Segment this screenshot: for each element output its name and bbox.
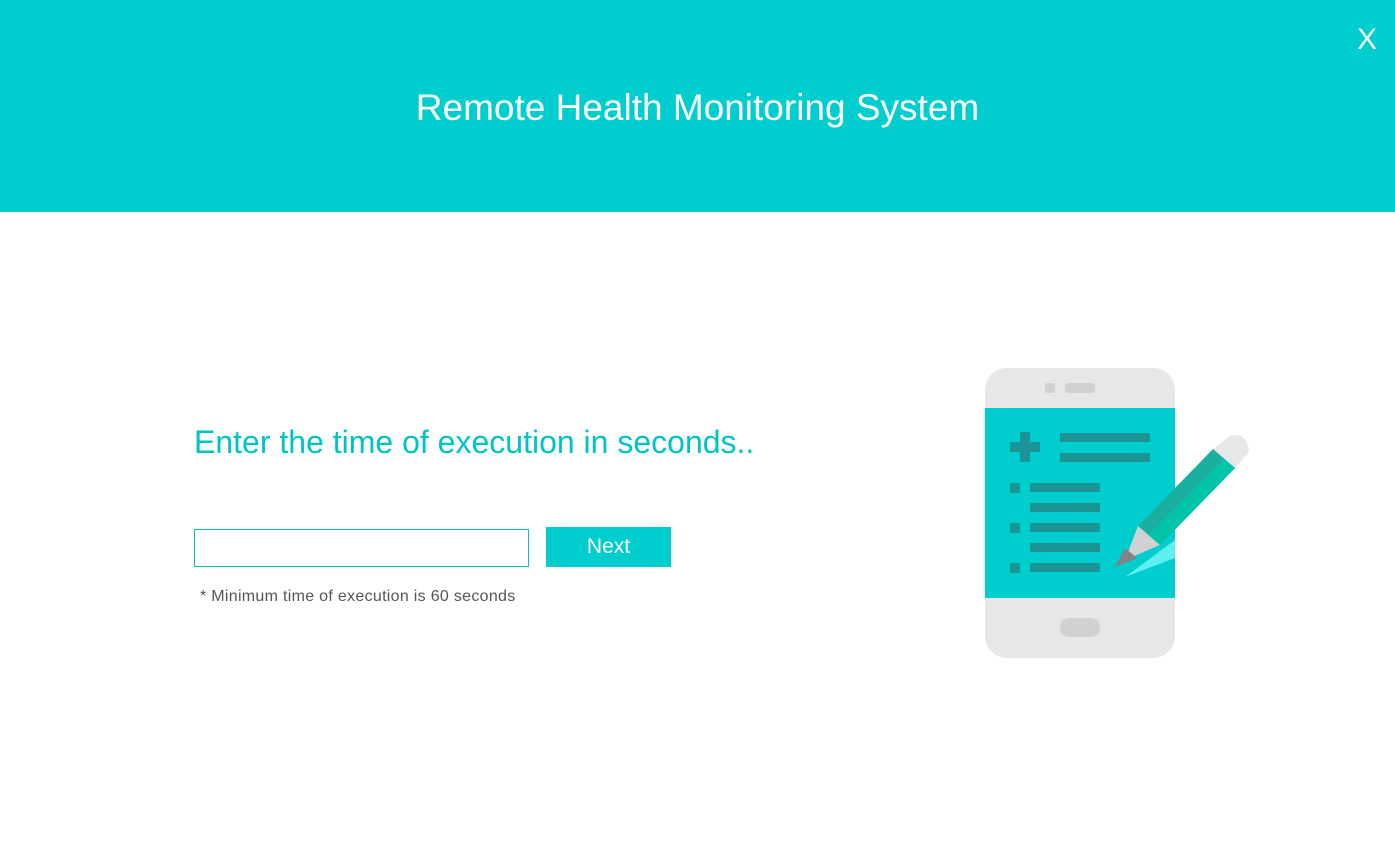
record-line — [1030, 543, 1100, 552]
execution-time-input[interactable] — [194, 529, 529, 567]
next-button[interactable]: Next — [546, 527, 671, 567]
record-header-line — [1060, 453, 1150, 462]
phone-home-button-shape — [1060, 618, 1100, 637]
record-line — [1030, 563, 1100, 572]
phone-speaker-shape — [1065, 383, 1095, 393]
app-header: Remote Health Monitoring System X — [0, 0, 1395, 212]
record-bullet — [1010, 563, 1020, 573]
record-line — [1030, 503, 1100, 512]
close-button[interactable]: X — [1350, 22, 1384, 58]
phone-camera-shape — [1045, 383, 1055, 393]
record-header-line — [1060, 433, 1150, 442]
record-line — [1030, 523, 1100, 532]
execution-time-prompt: Enter the time of execution in seconds.. — [194, 424, 755, 460]
record-bullet — [1010, 523, 1020, 533]
phone-medical-record-with-pencil-icon — [985, 368, 1249, 658]
record-line — [1030, 483, 1100, 492]
app-title: Remote Health Monitoring System — [415, 87, 980, 128]
minimum-time-hint: * Minimum time of execution is 60 second… — [200, 588, 516, 605]
record-bullet — [1010, 483, 1020, 493]
